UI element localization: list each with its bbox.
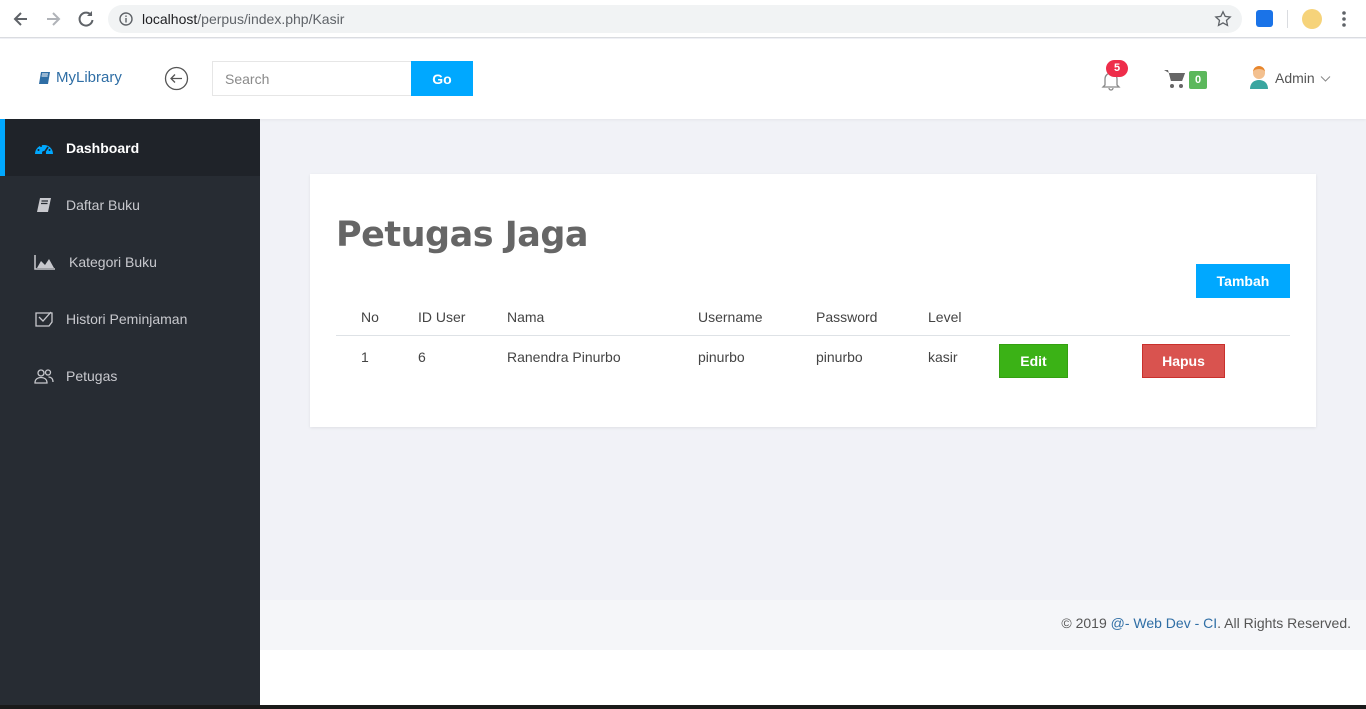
column-header-id-user: ID User	[418, 304, 507, 336]
extension-icon[interactable]	[1256, 10, 1273, 27]
column-header-no: No	[336, 304, 418, 336]
table-header-row: No ID User Nama Username Password Level	[336, 304, 1290, 336]
sidebar-item-label: Petugas	[66, 367, 118, 384]
sidebar-item-label: Dashboard	[66, 139, 140, 156]
sidebar-item-petugas[interactable]: Petugas	[0, 347, 260, 404]
delete-button[interactable]: Hapus	[1142, 343, 1225, 378]
cell-nama: Ranendra Pinurbo	[507, 348, 621, 365]
sidebar-item-histori-peminjaman[interactable]: Histori Peminjaman	[0, 290, 260, 347]
sidebar-item-daftar-buku[interactable]: Daftar Buku	[0, 176, 260, 233]
top-header: MyLibrary Go 5 0 Admin	[0, 39, 1366, 119]
arrow-circle-left-icon[interactable]	[164, 66, 189, 91]
page-title: Petugas Jaga	[336, 215, 589, 255]
profile-emoji-icon[interactable]	[1302, 9, 1322, 29]
column-header-username: Username	[698, 304, 816, 336]
cell-level: kasir	[928, 348, 958, 365]
area-chart-icon	[34, 253, 56, 271]
notification-count-badge: 5	[1106, 60, 1128, 77]
info-icon[interactable]	[119, 12, 133, 26]
sidebar-item-kategori-buku[interactable]: Kategori Buku	[0, 233, 260, 290]
search-go-button[interactable]: Go	[411, 61, 473, 96]
brand-name: MyLibrary	[56, 69, 122, 86]
sidebar: Dashboard Daftar Buku Kategori Buku Hist…	[0, 119, 260, 709]
cell-no: 1	[361, 348, 369, 365]
footer-link[interactable]: @- Web Dev - CI	[1111, 615, 1218, 631]
address-bar[interactable]: localhost/perpus/index.php/Kasir	[108, 5, 1242, 33]
url-path: /perpus/index.php/Kasir	[197, 11, 345, 27]
bookmark-star-icon[interactable]	[1214, 10, 1232, 28]
reload-icon[interactable]	[76, 9, 96, 29]
cell-password: pinurbo	[816, 348, 863, 365]
kebab-menu-icon[interactable]	[1339, 10, 1349, 28]
url-text: localhost/perpus/index.php/Kasir	[142, 11, 344, 27]
user-avatar-icon[interactable]	[1249, 65, 1269, 89]
petugas-table: No ID User Nama Username Password Level …	[336, 304, 1290, 381]
history-icon	[34, 310, 54, 328]
column-header-password: Password	[816, 304, 928, 336]
dashboard-icon	[34, 139, 54, 157]
back-arrow-icon[interactable]	[11, 9, 31, 29]
url-host: localhost	[142, 11, 198, 27]
sidebar-item-label: Kategori Buku	[69, 253, 157, 270]
users-icon	[34, 367, 54, 385]
cell-id-user: 6	[418, 348, 426, 365]
footer-suffix: . All Rights Reserved.	[1217, 615, 1351, 631]
screen-bottom-edge	[0, 705, 1366, 709]
column-header-edit	[999, 304, 1142, 336]
table-row: 1 6 Ranendra Pinurbo pinurbo pinurbo kas…	[336, 335, 1290, 381]
sidebar-item-label: Daftar Buku	[66, 196, 140, 213]
edit-button[interactable]: Edit	[999, 343, 1068, 378]
chevron-down-icon[interactable]	[1320, 73, 1331, 84]
footer-prefix: © 2019	[1061, 615, 1111, 631]
shopping-cart-icon[interactable]	[1163, 68, 1187, 90]
cell-delete: Hapus	[1142, 335, 1290, 381]
column-header-delete	[1142, 304, 1290, 336]
book-icon	[39, 71, 50, 84]
cart-count-badge: 0	[1189, 71, 1207, 89]
cell-username: pinurbo	[698, 348, 745, 365]
page-bottom-area	[260, 650, 1366, 705]
cell-edit: Edit	[999, 335, 1142, 381]
add-button[interactable]: Tambah	[1196, 264, 1290, 298]
sidebar-item-dashboard[interactable]: Dashboard	[0, 119, 260, 176]
footer: © 2019 @- Web Dev - CI. All Rights Reser…	[260, 600, 1366, 650]
sidebar-item-label: Histori Peminjaman	[66, 310, 188, 327]
browser-toolbar: localhost/perpus/index.php/Kasir	[0, 0, 1366, 38]
petugas-card: Petugas Jaga Tambah No ID User Nama User…	[310, 174, 1316, 427]
user-name[interactable]: Admin	[1275, 70, 1315, 86]
search-input[interactable]	[212, 61, 412, 96]
toolbar-divider	[1287, 10, 1288, 28]
forward-arrow-icon[interactable]	[43, 9, 63, 29]
column-header-level: Level	[928, 304, 999, 336]
column-header-nama: Nama	[507, 304, 698, 336]
book-icon	[34, 196, 54, 214]
brand-logo[interactable]: MyLibrary	[38, 69, 122, 86]
footer-text: © 2019 @- Web Dev - CI. All Rights Reser…	[1061, 615, 1351, 631]
